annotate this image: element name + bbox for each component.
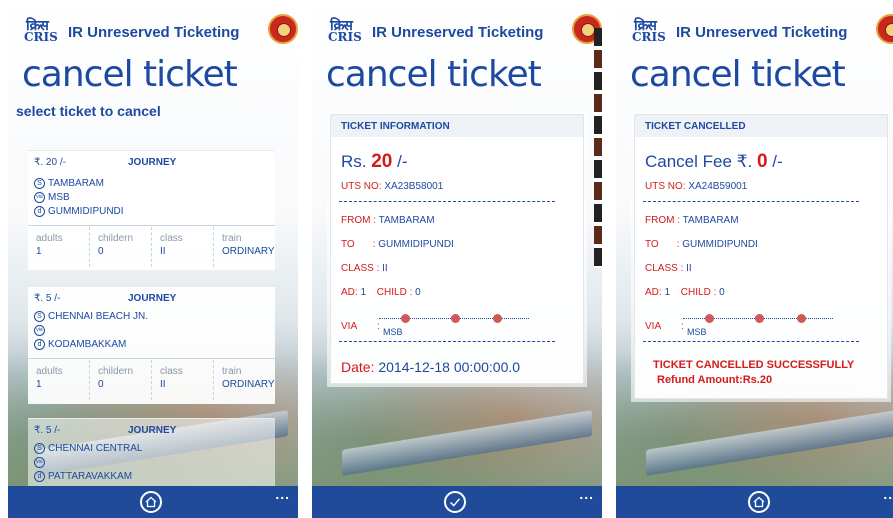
adults-column: adults 1 [28,227,90,267]
uts-number: UTS NO: XA24B59001 [645,181,748,192]
home-button[interactable] [748,491,770,513]
class-column: class II [152,227,214,267]
ticket-details: adults 1 childern 0 class II train ORDINARY [28,227,275,267]
journey-date: Date: 2014-12-18 00:00:00.0 [341,359,521,375]
ticket-fare: ₹. 20 /- [34,157,66,168]
home-icon [753,496,765,508]
refund-amount: Refund Amount:Rs.20 [657,374,773,386]
via-row: VIA : MSB [645,321,707,337]
cancel-status-message: TICKET CANCELLED SUCCESSFULLY [653,359,855,371]
app-header: क्रिस CRIS IR Unreserved Ticketing [326,14,602,46]
passenger-row: AD: 1 CHILD : 0 [341,287,421,298]
more-options-button[interactable]: ... [275,486,290,502]
indian-railways-logo [268,14,298,44]
class-row: CLASS : II [645,263,692,274]
source-station: S CHENNAI CENTRAL [34,443,142,454]
to-row: TO: GUMMIDIPUNDI [341,239,454,250]
overflow-strip [594,28,602,268]
class-column: class II [152,360,214,400]
destination-icon: d [34,206,45,217]
screen-select-ticket: क्रिस CRIS IR Unreserved Ticketing cance… [8,0,298,518]
passenger-row: AD: 1 CHILD : 0 [645,287,725,298]
destination-station: d KODAMBAKKAM [34,339,126,350]
app-header: क्रिस CRIS IR Unreserved Ticketing [22,14,298,46]
journey-label: JOURNEY [128,293,177,304]
cris-logo: क्रिस CRIS [24,18,58,44]
via-station: via [34,325,45,336]
app-title: IR Unreserved Ticketing [68,24,240,41]
ticket-card[interactable]: ₹. 20 /- JOURNEY S TAMBARAM via MSB d GU… [28,150,275,270]
via-stop-dot [451,314,460,323]
page-title: cancel ticket [326,54,542,95]
via-stop-dot [755,314,764,323]
ticket-card[interactable]: ₹. 5 /- JOURNEY S CHENNAI BEACH JN. via … [28,286,275,404]
more-options-button[interactable]: ... [883,486,893,502]
app-header: क्रिस CRIS IR Unreserved Ticketing [630,14,893,46]
app-title: IR Unreserved Ticketing [372,24,544,41]
via-station: via [34,457,45,468]
via-stop-dot [401,314,410,323]
children-column: childern 0 [90,227,152,267]
from-row: FROM : TAMBARAM [645,215,739,226]
via-stop-dot [493,314,502,323]
screenshot-composite: क्रिस CRIS IR Unreserved Ticketing cance… [0,0,893,518]
panel-header: TICKET INFORMATION [331,115,583,137]
journey-label: JOURNEY [128,157,177,168]
via-route-track [683,314,833,323]
app-bar: ... [8,486,298,518]
class-row: CLASS : II [341,263,388,274]
via-icon: via [34,325,45,336]
page-title: cancel ticket [22,54,238,95]
page-title: cancel ticket [630,54,846,95]
destination-icon: d [34,339,45,350]
uts-number: UTS NO: XA23B58001 [341,181,444,192]
source-icon: S [34,443,45,454]
journey-label: JOURNEY [128,425,177,436]
source-icon: S [34,311,45,322]
from-row: FROM : TAMBARAM [341,215,435,226]
adults-column: adults 1 [28,360,90,400]
cancel-fee-amount: 0 [756,151,768,172]
via-icon: via [34,457,45,468]
screen-ticket-cancelled: क्रिस CRIS IR Unreserved Ticketing cance… [616,0,893,518]
destination-icon: d [34,471,45,482]
source-icon: S [34,178,45,189]
fare-amount: 20 [371,151,393,172]
via-station: via MSB [34,192,70,203]
ticket-details: adults 1 childern 0 class II train ORDINARY [28,360,275,400]
destination-station: d GUMMIDIPUNDI [34,206,124,217]
page-subtitle: select ticket to cancel [16,103,161,119]
home-button[interactable] [140,491,162,513]
indian-railways-logo [876,14,893,44]
via-route-track [379,314,529,323]
to-row: TO: GUMMIDIPUNDI [645,239,758,250]
home-icon [145,496,157,508]
source-station: S TAMBARAM [34,178,104,189]
children-column: childern 0 [90,360,152,400]
train-column: train ORDINARY [222,233,275,257]
fare-display: Rs. 20 /- [341,151,408,172]
confirm-cancel-button[interactable] [444,491,466,513]
cris-logo: क्रिस CRIS [328,18,362,44]
ticket-fare: ₹. 5 /- [34,293,61,304]
ticket-information-panel: TICKET INFORMATION Rs. 20 /- UTS NO: XA2… [330,114,584,384]
via-icon: via [34,192,45,203]
cris-logo: क्रिस CRIS [632,18,666,44]
app-bar: ... [616,486,893,518]
train-column: train ORDINARY [222,366,275,390]
app-bar: ... [312,486,602,518]
source-station: S CHENNAI BEACH JN. [34,311,148,322]
via-row: VIA : MSB [341,321,403,337]
via-stop-dot [705,314,714,323]
cancel-fee-display: Cancel Fee ₹. 0 /- [645,151,783,172]
panel-header: TICKET CANCELLED [635,115,887,137]
via-stop-dot [797,314,806,323]
check-icon [449,498,461,507]
ticket-fare: ₹. 5 /- [34,425,61,436]
ticket-cancelled-panel: TICKET CANCELLED Cancel Fee ₹. 0 /- UTS … [634,114,888,399]
app-title: IR Unreserved Ticketing [676,24,848,41]
more-options-button[interactable]: ... [579,486,594,502]
destination-station: d PATTARAVAKKAM [34,471,132,482]
screen-ticket-information: क्रिस CRIS IR Unreserved Ticketing cance… [312,0,602,518]
